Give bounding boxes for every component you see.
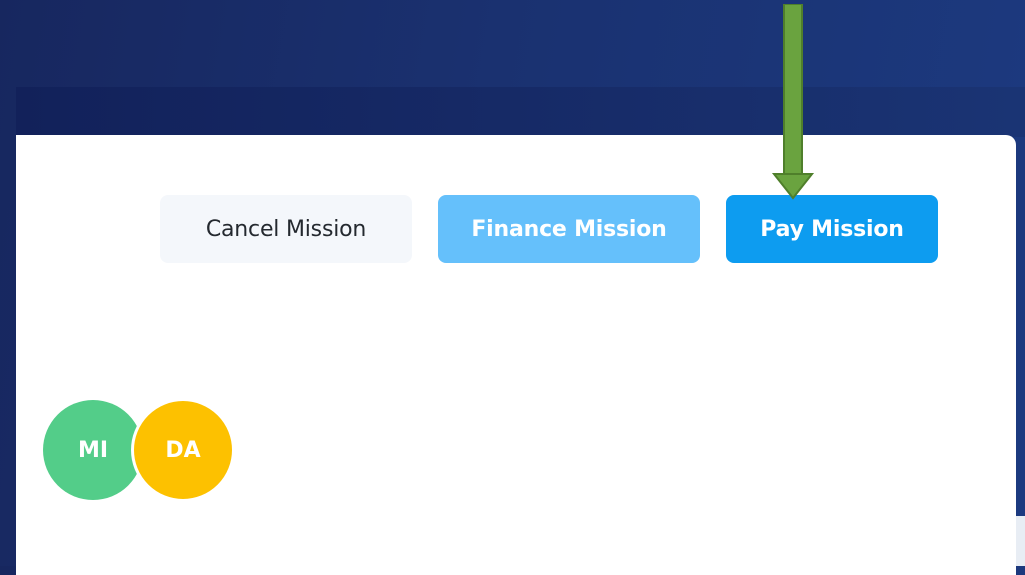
down-arrow-icon xyxy=(771,4,815,200)
header-band xyxy=(16,87,1025,137)
avatar-mi: MI xyxy=(43,400,143,500)
finance-mission-button[interactable]: Finance Mission xyxy=(438,195,700,263)
avatar-da: DA xyxy=(131,398,235,502)
cancel-mission-button[interactable]: Cancel Mission xyxy=(160,195,412,263)
card-edge xyxy=(1016,516,1025,566)
pay-mission-button[interactable]: Pay Mission xyxy=(726,195,938,263)
